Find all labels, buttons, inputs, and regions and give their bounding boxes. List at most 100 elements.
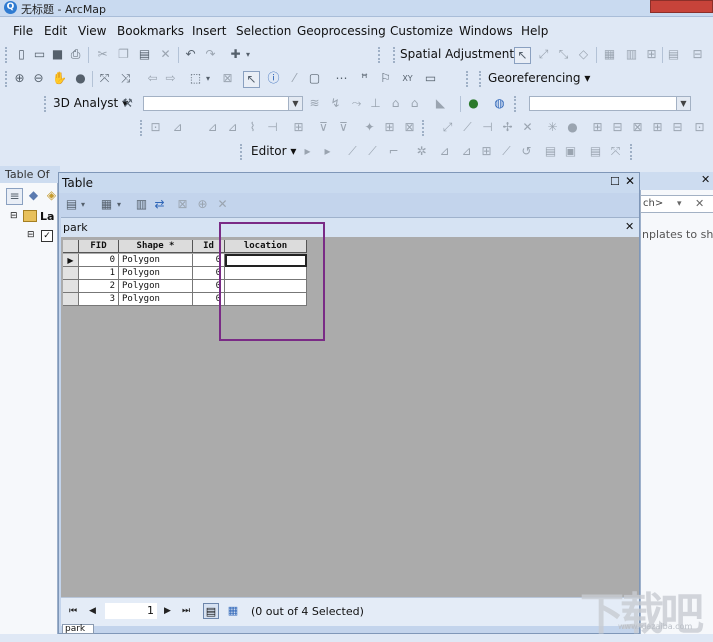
shared-features-icon[interactable]: ⊠ [402, 120, 417, 135]
last-record-icon[interactable]: ⏭ [182, 606, 190, 616]
menu-geoprocessing[interactable]: Geoprocessing [297, 24, 386, 38]
table-bottom-tab[interactable]: park [62, 624, 94, 634]
collapse-icon[interactable]: ⊟ [10, 211, 18, 221]
time-slider-icon[interactable]: ▭ [423, 71, 438, 86]
find-route-icon[interactable]: ⚐ [378, 71, 393, 86]
interpolate-point-icon[interactable]: ⊥ [368, 96, 383, 111]
list-by-drawing-order-icon[interactable]: ≡ [6, 188, 23, 205]
fixed-zoom-out-icon[interactable]: ⤨ [118, 71, 133, 86]
fixed-zoom-in-icon[interactable]: ⤧ [97, 71, 112, 86]
zoom-to-selected-icon[interactable]: ⊕ [195, 197, 210, 212]
extend-icon[interactable]: ⊣ [480, 120, 495, 135]
toolbar-grip[interactable] [240, 144, 245, 160]
smooth-icon[interactable]: ⊟ [670, 120, 685, 135]
new-document-icon[interactable]: ▯ [14, 47, 29, 62]
end-point-arc-icon[interactable]: ⟋ [365, 144, 380, 159]
rotate-icon[interactable]: ⊡ [692, 120, 707, 135]
show-all-records-icon[interactable]: ▤ [203, 603, 219, 619]
undo-icon[interactable]: ↶ [183, 47, 198, 62]
redo-icon[interactable]: ↷ [203, 47, 218, 62]
html-popup-icon[interactable]: ⁄ [287, 71, 302, 86]
raster-combo[interactable]: ▼ [529, 96, 691, 111]
rotate-tool-icon[interactable]: ↺ [519, 144, 534, 159]
hammer-icon[interactable]: ⚒ [120, 96, 135, 111]
chevron-down-icon[interactable]: ▾ [677, 199, 682, 209]
show-selected-records-icon[interactable]: ▦ [225, 603, 241, 619]
close-icon[interactable]: ✕ [701, 173, 710, 186]
forward-arrow-icon[interactable]: ⇨ [163, 71, 178, 86]
print-icon[interactable]: ⎙ [68, 47, 83, 62]
select-features-icon[interactable]: ↖ [514, 47, 531, 64]
topology-edit-icon[interactable]: ⊿ [170, 120, 185, 135]
delete-icon[interactable]: ✕ [158, 47, 173, 62]
fix-error-icon[interactable]: ✦ [362, 120, 377, 135]
view-link-table-icon[interactable]: ▦ [602, 47, 617, 62]
arcglobe-icon[interactable]: ◍ [492, 96, 507, 111]
edge-icon[interactable]: ⊿ [205, 120, 220, 135]
toolbar-grip[interactable] [44, 96, 49, 112]
menu-bookmarks[interactable]: Bookmarks [117, 24, 184, 38]
georeferencing-menu[interactable]: Georeferencing ▾ [488, 71, 590, 85]
select-elements-icon[interactable]: ↖ [243, 71, 260, 88]
interpolate-line-icon[interactable]: ⌂ [388, 96, 403, 111]
layer-visibility-checkbox[interactable]: ✓ [41, 230, 53, 242]
menu-help[interactable]: Help [521, 24, 548, 38]
edit-vertices-icon[interactable]: ⊿ [225, 120, 240, 135]
close-icon[interactable]: ✕ [625, 174, 635, 188]
row-selector-current-icon[interactable]: ▶ [63, 254, 79, 267]
open-folder-icon[interactable]: ▭ [32, 47, 47, 62]
toolbar-grip[interactable] [393, 47, 398, 63]
zoom-out-icon[interactable]: ⊖ [31, 71, 46, 86]
arcscene-globe-icon[interactable]: ● [466, 96, 481, 111]
cut-polygons-icon[interactable]: ⊞ [479, 144, 494, 159]
toolbar-grip[interactable] [514, 96, 519, 112]
line-intersection-icon[interactable]: ✕ [520, 120, 535, 135]
line-of-sight-icon[interactable]: ⤳ [349, 96, 364, 111]
find-binoculars-icon[interactable]: ꟸ [357, 71, 372, 86]
point-icon[interactable]: ✲ [414, 144, 429, 159]
construct-features-icon[interactable]: ⊞ [291, 120, 306, 135]
cell-shape[interactable]: Polygon [119, 280, 193, 293]
chevron-down-icon[interactable]: ▾ [79, 197, 87, 212]
topology-icon[interactable]: ⊡ [148, 120, 163, 135]
validate-icon[interactable]: ⊽ [316, 120, 331, 135]
close-icon[interactable]: ✕ [625, 220, 634, 233]
back-arrow-icon[interactable]: ⇦ [145, 71, 160, 86]
toolbar-grip[interactable] [5, 71, 10, 87]
clear-selection-icon[interactable]: ⊠ [175, 197, 190, 212]
steepest-path-icon[interactable]: ↯ [328, 96, 343, 111]
modify-link-icon[interactable]: ⤡ [556, 47, 571, 62]
select-by-attributes-icon[interactable]: ▥ [134, 197, 149, 212]
toolbar-grip[interactable] [630, 144, 635, 160]
save-icon[interactable]: ■ [50, 47, 65, 62]
row-selector[interactable] [63, 267, 79, 280]
zoom-in-icon[interactable]: ⊕ [12, 71, 27, 86]
menu-edit[interactable]: Edit [44, 24, 67, 38]
window-close-button[interactable] [650, 0, 713, 13]
next-record-icon[interactable]: ▶ [164, 606, 171, 616]
list-by-source-icon[interactable]: ◆ [26, 188, 41, 203]
first-record-icon[interactable]: ⏮ [69, 606, 77, 616]
reshape-feature-icon[interactable]: ⊿ [459, 144, 474, 159]
copy-icon[interactable]: ❐ [116, 47, 131, 62]
column-header-shape[interactable]: Shape * [119, 240, 193, 253]
contour-icon[interactable]: ≋ [307, 96, 322, 111]
cut-icon[interactable]: ✂ [95, 47, 110, 62]
attribute-transfer-icon[interactable]: ▥ [624, 47, 639, 62]
split-icon[interactable]: ⟋ [460, 120, 475, 135]
chevron-down-icon[interactable]: ▼ [676, 97, 690, 110]
layer-combo[interactable]: ▼ [143, 96, 303, 111]
toolbar-grip[interactable] [479, 71, 484, 87]
table-tab-park[interactable]: park [63, 221, 88, 234]
toc-layer-label[interactable]: La [40, 210, 54, 223]
intersect-icon[interactable]: ⊠ [630, 120, 645, 135]
toolbar-grip[interactable] [140, 120, 145, 136]
edit-tool-icon[interactable]: ▸ [300, 144, 315, 159]
paste-icon[interactable]: ▤ [137, 47, 152, 62]
merge-icon[interactable]: ⊞ [590, 120, 605, 135]
trim-icon[interactable]: ✢ [500, 120, 515, 135]
union-icon[interactable]: ⊟ [610, 120, 625, 135]
chevron-down-icon[interactable]: ▼ [288, 97, 302, 110]
editor-menu[interactable]: Editor ▾ [251, 144, 296, 158]
sketch-properties-icon[interactable]: ▣ [563, 144, 578, 159]
